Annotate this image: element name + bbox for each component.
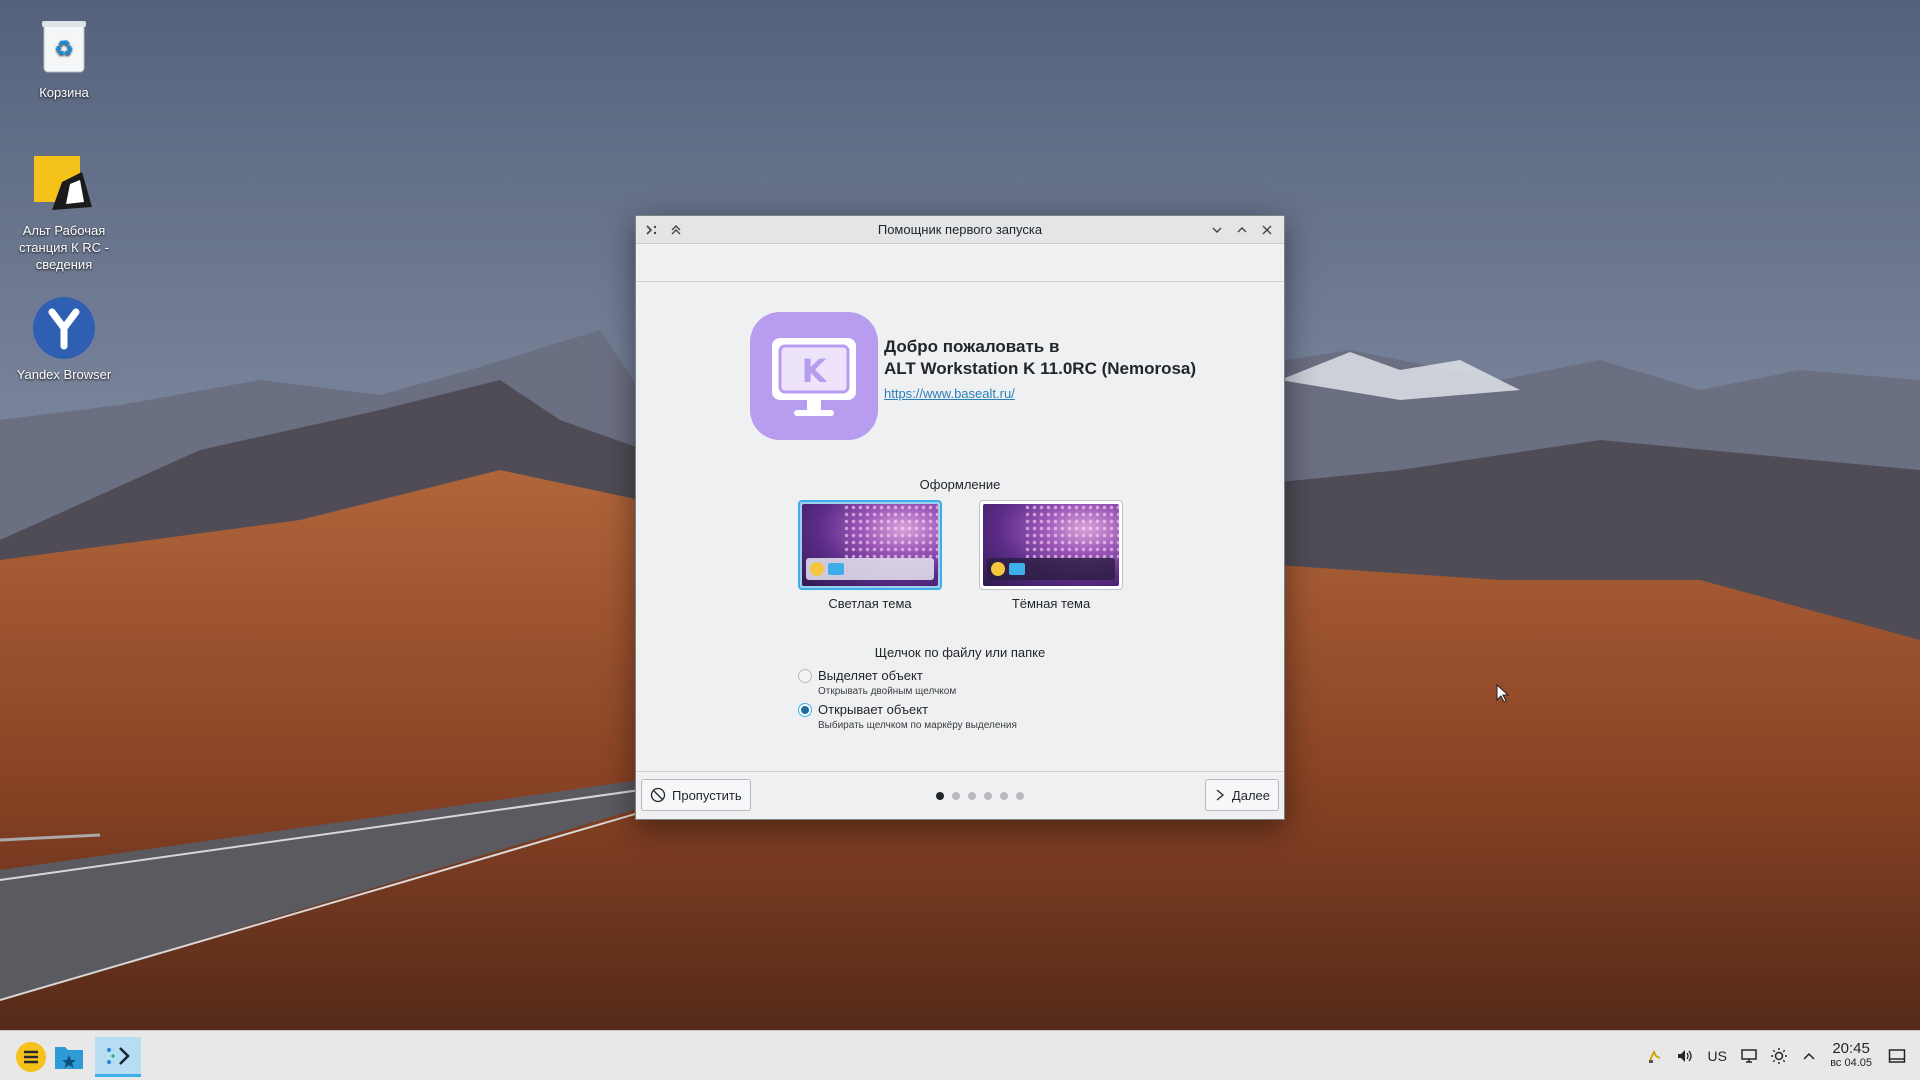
- next-button[interactable]: Далее: [1204, 779, 1279, 811]
- click-behavior-label: Щелчок по файлу или папке: [874, 645, 1046, 660]
- menu-icon: [16, 1042, 46, 1072]
- display-icon[interactable]: [1734, 1048, 1764, 1064]
- radio-open-object[interactable]: Открывает объект Выбирать щелчком по мар…: [798, 702, 1017, 731]
- basealt-logo-icon: [32, 152, 96, 216]
- page-dot[interactable]: [984, 792, 992, 800]
- page-dot[interactable]: [1016, 792, 1024, 800]
- theme-preview: [979, 500, 1123, 590]
- keep-above-icon[interactable]: [665, 219, 687, 241]
- desktop-icon-basealt[interactable]: Альт Рабочая станция К RC - сведения: [4, 152, 124, 273]
- kde-workstation-logo-icon: K: [750, 312, 878, 440]
- tray-expand-icon[interactable]: [1794, 1051, 1824, 1061]
- mouse-cursor-icon: [1496, 684, 1510, 703]
- desktop-icon-label: Альт Рабочая станция К RC - сведения: [19, 223, 109, 272]
- keyboard-layout-indicator[interactable]: US: [1700, 1048, 1734, 1064]
- theme-label: Тёмная тема: [1011, 596, 1091, 611]
- window-title: Помощник первого запуска: [877, 222, 1043, 237]
- page-dot[interactable]: [1000, 792, 1008, 800]
- svg-text:♻: ♻: [54, 37, 74, 62]
- folder-icon: [1009, 563, 1025, 575]
- app-icon[interactable]: [641, 219, 663, 241]
- window-titlebar[interactable]: Помощник первого запуска: [636, 216, 1284, 244]
- network-icon[interactable]: [1640, 1048, 1670, 1064]
- taskbar: US 20:45 вс 04.05: [0, 1030, 1920, 1080]
- chevron-right-icon: [1216, 789, 1224, 801]
- volume-icon[interactable]: [1670, 1048, 1700, 1064]
- menu-icon: [991, 562, 1005, 576]
- yandex-browser-icon: [32, 296, 96, 360]
- website-link[interactable]: https://www.basealt.ru/: [884, 386, 1015, 401]
- page-dot[interactable]: [936, 792, 944, 800]
- folder-icon: [55, 1047, 83, 1069]
- radio-description: Выбирать щелчком по маркёру выделения: [818, 720, 1017, 731]
- minimize-button[interactable]: [1206, 219, 1228, 241]
- trash-icon: ♻: [32, 14, 96, 78]
- wizard-icon: [107, 1046, 130, 1065]
- appearance-label: Оформление: [919, 477, 1001, 492]
- taskbar-file-manager[interactable]: [46, 1037, 92, 1077]
- clock-time: 20:45: [1832, 1040, 1870, 1057]
- next-label: Далее: [1231, 787, 1270, 803]
- desktop-icon-label: Корзина: [39, 85, 89, 100]
- product-name: ALT Workstation K 11.0RC (Nemorosa): [884, 358, 1197, 378]
- first-run-wizard-window: Помощник первого запуска K Добро пожалов…: [635, 215, 1285, 820]
- brightness-icon[interactable]: [1764, 1047, 1794, 1065]
- maximize-button[interactable]: [1231, 219, 1253, 241]
- dialog-footer: Пропустить Далее: [636, 771, 1284, 819]
- desktop-icon-trash[interactable]: ♻ Корзина: [4, 14, 124, 101]
- theme-light-option[interactable]: Светлая тема: [798, 500, 942, 611]
- radio-button[interactable]: [798, 669, 812, 683]
- theme-preview: [798, 500, 942, 590]
- page-dot[interactable]: [968, 792, 976, 800]
- system-tray: US 20:45 вс 04.05: [1640, 1031, 1920, 1080]
- radio-button[interactable]: [798, 703, 812, 717]
- close-button[interactable]: [1256, 219, 1278, 241]
- desktop-icon-label: Yandex Browser: [16, 367, 112, 382]
- welcome-heading: Добро пожаловать в: [884, 336, 1060, 356]
- desktop-icon-yandex-browser[interactable]: Yandex Browser: [4, 296, 124, 383]
- theme-dark-option[interactable]: Тёмная тема: [979, 500, 1123, 611]
- radio-label: Открывает объект: [818, 702, 929, 717]
- theme-label: Светлая тема: [828, 596, 912, 611]
- clock-date: вс 04.05: [1830, 1057, 1872, 1069]
- header-strip: [636, 244, 1284, 282]
- folder-icon: [828, 563, 844, 575]
- menu-icon: [810, 562, 824, 576]
- page-indicator: [636, 792, 1284, 800]
- show-desktop-icon[interactable]: [1882, 1048, 1912, 1064]
- radio-description: Открывать двойным щелчком: [818, 686, 957, 697]
- digital-clock[interactable]: 20:45 вс 04.05: [1830, 1041, 1872, 1071]
- page-dot[interactable]: [952, 792, 960, 800]
- logo-letter: K: [802, 352, 828, 390]
- radio-label: Выделяет объект: [818, 668, 923, 683]
- taskbar-first-run-wizard[interactable]: [95, 1037, 141, 1077]
- welcome-block: K Добро пожаловать в ALT Workstation K 1…: [750, 312, 1196, 440]
- radio-select-object[interactable]: Выделяет объект Открывать двойным щелчко…: [798, 668, 956, 697]
